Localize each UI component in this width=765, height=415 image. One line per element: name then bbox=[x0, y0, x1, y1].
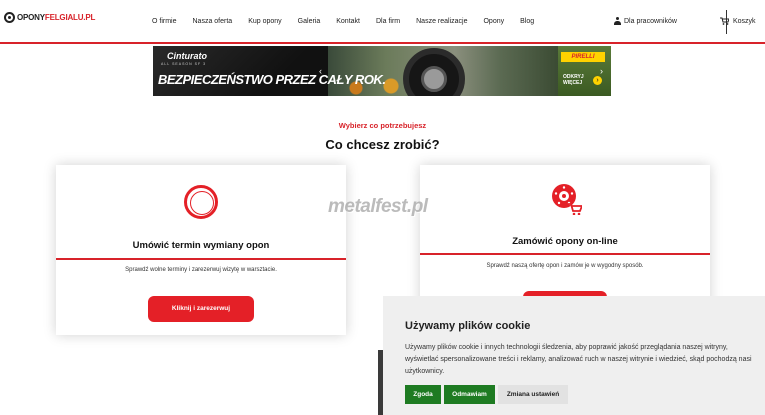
banner-more-button[interactable]: ODKRYJ WIĘCEJ bbox=[563, 74, 584, 86]
tire-cart-icon bbox=[552, 184, 582, 215]
nav-item-kup-opony[interactable]: Kup opony bbox=[240, 18, 289, 25]
appointment-card: Umówić termin wymiany opon Sprawdź wolne… bbox=[56, 165, 346, 335]
logo-text: OPONYFELGIALU.PL bbox=[17, 13, 95, 22]
card-title: Zamówić opony on-line bbox=[512, 236, 618, 247]
card-divider bbox=[420, 253, 710, 255]
banner-more-line2: WIĘCEJ bbox=[563, 80, 583, 86]
order-tires-card: Zamówić opony on-line Sprawdź naszą ofer… bbox=[420, 165, 710, 315]
watermark: metalfest.pl bbox=[328, 196, 428, 217]
cookie-settings-button[interactable]: Zmiana ustawień bbox=[498, 385, 568, 404]
cookie-decline-button[interactable]: Odmawiam bbox=[444, 385, 495, 404]
nav-item-dla-firm[interactable]: Dla firm bbox=[368, 18, 408, 25]
banner-next-icon[interactable]: › bbox=[600, 66, 603, 76]
cookie-title: Używamy plików cookie bbox=[405, 320, 531, 332]
cookie-banner: Używamy plików cookie Używamy plików coo… bbox=[383, 296, 765, 415]
tire-logo-icon bbox=[4, 12, 15, 23]
card-title: Umówić termin wymiany opon bbox=[132, 240, 270, 251]
nav-item-galeria[interactable]: Galeria bbox=[290, 18, 329, 25]
cart-link[interactable]: Koszyk bbox=[720, 17, 756, 25]
card-divider bbox=[56, 258, 346, 260]
banner-model-subtitle: ALL SEASON SF 3 bbox=[161, 62, 207, 66]
nav-item-opony[interactable]: Opony bbox=[475, 18, 512, 25]
pirelli-logo: PIRELLI bbox=[561, 52, 605, 62]
site-header: OPONYFELGIALU.PL O firmie Nasza oferta K… bbox=[0, 0, 765, 44]
nav-item-nasza-oferta[interactable]: Nasza oferta bbox=[185, 18, 241, 25]
tire-rim bbox=[421, 66, 447, 92]
banner-headline: BEZPIECZEŃSTWO PRZEZ CAŁY ROK. bbox=[158, 72, 386, 87]
logo-text-part2: FELGIALU.PL bbox=[44, 13, 96, 22]
book-appointment-button[interactable]: Kliknij i zarezerwuj bbox=[148, 296, 254, 322]
staff-link[interactable]: Dla pracowników bbox=[614, 17, 677, 25]
main-nav: O firmie Nasza oferta Kup opony Galeria … bbox=[152, 18, 542, 25]
card-description: Sprawdź wolne terminy i zarezerwuj wizyt… bbox=[125, 267, 277, 273]
chevron-right-icon[interactable]: › bbox=[593, 76, 602, 85]
cart-icon bbox=[720, 17, 729, 25]
section-eyebrow: Wybierz co potrzebujesz bbox=[338, 121, 427, 130]
cookie-accept-button[interactable]: Zgoda bbox=[405, 385, 441, 404]
site-logo[interactable]: OPONYFELGIALU.PL bbox=[4, 12, 95, 23]
logo-text-part1: OPONY bbox=[17, 13, 45, 22]
nav-item-blog[interactable]: Blog bbox=[512, 18, 542, 25]
banner-model-name: Cinturato bbox=[167, 51, 207, 61]
nav-item-nasze-realizacje[interactable]: Nasze realizacje bbox=[408, 18, 475, 25]
staff-link-label: Dla pracowników bbox=[624, 17, 677, 25]
promo-banner[interactable]: Cinturato ALL SEASON SF 3 BEZPIECZEŃSTWO… bbox=[153, 46, 611, 96]
cookie-text: Używamy plików cookie i innych technolog… bbox=[405, 344, 752, 375]
card-description: Sprawdź naszą ofertę opon i zamów je w w… bbox=[486, 263, 644, 269]
person-icon bbox=[614, 17, 621, 25]
nav-item-kontakt[interactable]: Kontakt bbox=[328, 18, 368, 25]
banner-prev-icon[interactable]: ‹ bbox=[319, 66, 322, 76]
tire-ring-icon bbox=[184, 185, 218, 219]
section-title: Co chcesz zrobić? bbox=[325, 137, 440, 152]
cart-link-label: Koszyk bbox=[733, 17, 756, 25]
nav-item-o-firmie[interactable]: O firmie bbox=[152, 18, 185, 25]
